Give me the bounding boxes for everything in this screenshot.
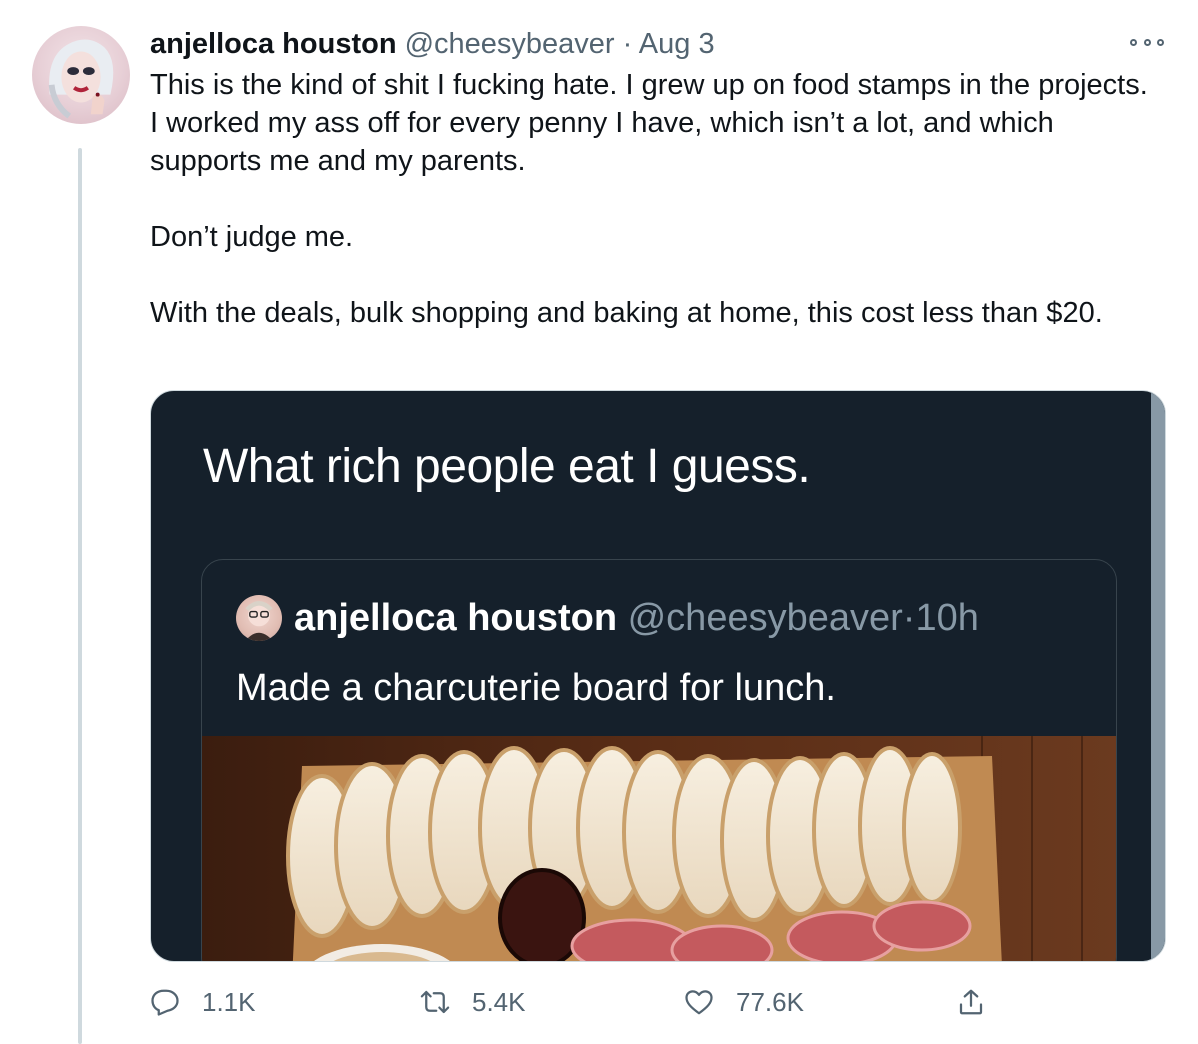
quoted-author-name: anjelloca houston xyxy=(294,596,618,639)
reply-button[interactable]: 1.1K xyxy=(150,980,256,1024)
tweet-paragraph: This is the kind of shit I fucking hate.… xyxy=(150,69,1148,177)
tweet-paragraph: With the deals, bulk shopping and baking… xyxy=(150,297,1103,329)
quoted-author-handle: @cheesybeaver xyxy=(627,596,903,639)
scrollbar xyxy=(1151,391,1165,961)
action-bar: 1.1K 5.4K 77.6K xyxy=(150,980,1030,1028)
more-icon[interactable] xyxy=(1130,32,1164,52)
screenshot-text: What rich people eat I guess. xyxy=(203,440,811,493)
tweet-text: This is the kind of shit I fucking hate.… xyxy=(150,66,1160,332)
tweet-paragraph: Don’t judge me. xyxy=(150,221,354,253)
share-icon xyxy=(959,989,983,1015)
quoted-tweet-text: Made a charcuterie board for lunch. xyxy=(236,667,836,709)
charcuterie-photo xyxy=(202,736,1116,961)
tweet-timestamp[interactable]: Aug 3 xyxy=(639,28,715,60)
tweet-header: anjelloca houston @cheesybeaver · Aug 3 xyxy=(150,26,1158,62)
retweet-count: 5.4K xyxy=(472,986,526,1017)
author-handle[interactable]: @cheesybeaver xyxy=(405,28,615,60)
reply-count: 1.1K xyxy=(202,986,256,1017)
author-name[interactable]: anjelloca houston xyxy=(150,28,397,60)
retweet-button[interactable]: 5.4K xyxy=(420,980,526,1024)
media-image[interactable]: What rich people eat I guess. anjelloca … xyxy=(150,390,1166,962)
author-avatar[interactable] xyxy=(32,26,130,124)
like-button[interactable]: 77.6K xyxy=(684,980,804,1024)
quoted-author-avatar xyxy=(236,595,282,641)
thread-line xyxy=(78,148,82,1044)
quoted-tweet: anjelloca houston @cheesybeaver · 10h Ma… xyxy=(201,559,1117,961)
reply-icon xyxy=(151,989,179,1016)
quoted-tweet-header: anjelloca houston @cheesybeaver · 10h xyxy=(236,594,979,642)
separator-dot: · xyxy=(622,28,633,60)
retweet-icon xyxy=(420,990,450,1014)
quoted-separator-dot: · xyxy=(902,596,916,639)
avatar-image xyxy=(48,39,114,119)
share-button[interactable] xyxy=(956,980,986,1024)
like-count: 77.6K xyxy=(736,986,804,1017)
quoted-timestamp: 10h xyxy=(915,596,979,639)
like-icon xyxy=(685,990,713,1015)
